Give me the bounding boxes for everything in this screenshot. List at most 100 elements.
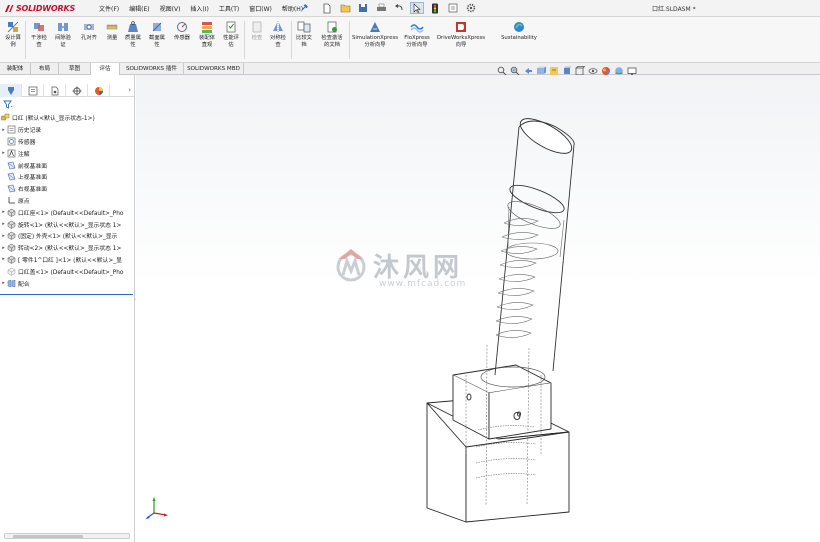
menu-edit[interactable]: 编辑(E) bbox=[124, 4, 154, 13]
clearance-verification-button[interactable]: 间隙验 证 bbox=[52, 20, 74, 48]
symmetry-check-button[interactable]: 对称检 查 bbox=[267, 20, 289, 48]
panel-expand-arrow-icon[interactable]: › bbox=[128, 86, 131, 94]
expand-arrow-icon[interactable]: ▸ bbox=[0, 209, 7, 215]
menu-window[interactable]: 窗口(W) bbox=[244, 4, 277, 13]
assembly-visualization-button[interactable]: 装配体 直观 bbox=[196, 20, 218, 48]
tree-row-label: 传感器 bbox=[18, 139, 36, 146]
section-properties-button[interactable]: 截面属 性 bbox=[146, 20, 168, 48]
tree-row[interactable]: ▸ 口红座<1> (Default<<Default>_Pho bbox=[0, 206, 135, 218]
expand-arrow-icon[interactable]: ▸ bbox=[0, 256, 7, 262]
simulationxpress-icon bbox=[370, 22, 380, 32]
expand-arrow-icon[interactable]: ▸ bbox=[0, 233, 7, 239]
sustainability-button[interactable]: Sustainability bbox=[497, 20, 541, 42]
measure-button[interactable]: 测量 bbox=[102, 20, 122, 42]
panel-horizontal-scrollbar[interactable] bbox=[4, 533, 130, 539]
rebuild-button[interactable] bbox=[428, 2, 442, 14]
tree-row[interactable]: ▸ [ 零件1^口红 ]<1> (默认<<默认>_显 bbox=[0, 254, 135, 266]
tree-row[interactable]: 原点 bbox=[0, 195, 135, 207]
check-label: 检查 bbox=[251, 35, 263, 41]
check-active-document-button[interactable]: 检查激活 的文档 bbox=[317, 20, 347, 48]
tree-row[interactable]: ▸ (固定) 外壳<1> (默认<<默认>_显示 bbox=[0, 230, 135, 242]
tab-evaluate[interactable]: 评估 bbox=[91, 63, 120, 75]
command-manager-tabs: 装配体 布局 草图 评估 SOLIDWORKS 插件 SOLIDWORKS MB… bbox=[0, 63, 820, 75]
tree-row-label: 口红座<1> (Default<<Default>_Pho bbox=[18, 210, 124, 217]
part-icon bbox=[7, 220, 16, 229]
tree-row[interactable]: 上视基准面 bbox=[0, 171, 135, 183]
solidworks-logo: SOLIDWORKS bbox=[4, 3, 75, 14]
ribbon-separator bbox=[291, 21, 292, 59]
measure-label: 测量 bbox=[106, 35, 118, 41]
expand-arrow-icon[interactable]: ▸ bbox=[0, 127, 7, 133]
tab-solidworks-mbd[interactable]: SOLIDWORKS MBD bbox=[184, 63, 244, 75]
tree-row[interactable]: 口红盖<1> (Default<<Default>_Pho bbox=[0, 265, 135, 277]
tree-row[interactable]: 前视基准面 bbox=[0, 159, 135, 171]
tab-configuration-manager[interactable] bbox=[44, 84, 66, 97]
tree-row-label: 转动<2> (默认<<默认>_显示状态 1> bbox=[18, 246, 122, 253]
performance-label: 性能评 估 bbox=[223, 35, 239, 48]
configuration-icon bbox=[51, 86, 58, 95]
expand-arrow-icon[interactable]: ▸ bbox=[0, 280, 7, 286]
compare-icon bbox=[297, 21, 311, 33]
expand-arrow-icon[interactable]: ▸ bbox=[0, 245, 7, 251]
cursor-icon bbox=[413, 3, 421, 13]
tree-row[interactable]: ▸ 注解 bbox=[0, 147, 135, 159]
expand-arrow-icon[interactable]: ▸ bbox=[0, 150, 7, 156]
hole-alignment-button[interactable]: 孔对齐 bbox=[78, 20, 100, 42]
tab-assembly[interactable]: 装配体 bbox=[0, 63, 31, 75]
compare-label: 比较文 档 bbox=[296, 35, 312, 48]
menu-view[interactable]: 视图(V) bbox=[155, 4, 186, 13]
sensor-button[interactable]: 传感器 bbox=[171, 20, 193, 42]
tab-dimxpert-manager[interactable] bbox=[66, 84, 88, 97]
floxpress-button[interactable]: FloXpress 分析向导 bbox=[401, 20, 433, 48]
tree-row-label: 原点 bbox=[18, 198, 30, 205]
design-study-button[interactable]: 设计算 例 bbox=[2, 20, 24, 48]
appearance-ball-icon bbox=[94, 86, 103, 95]
menu-tools[interactable]: 工具(T) bbox=[214, 4, 244, 13]
tab-feature-manager[interactable] bbox=[0, 84, 22, 97]
compare-documents-button[interactable]: 比较文 档 bbox=[293, 20, 315, 48]
tree-row-label: [ 零件1^口红 ]<1> (默认<<默认>_显 bbox=[18, 257, 122, 264]
expand-arrow-icon[interactable]: ▸ bbox=[0, 221, 7, 227]
menu-file[interactable]: 文件(F) bbox=[94, 4, 124, 13]
tree-row[interactable]: 右视基准面 bbox=[0, 183, 135, 195]
interference-detection-button[interactable]: 干涉检 查 bbox=[28, 20, 50, 48]
tab-property-manager[interactable] bbox=[22, 84, 44, 97]
performance-evaluation-button[interactable]: 性能评 估 bbox=[220, 20, 242, 48]
tab-sketch[interactable]: 草图 bbox=[59, 63, 91, 75]
select-button[interactable] bbox=[410, 2, 424, 14]
check-button[interactable]: 检查 bbox=[247, 20, 267, 42]
tree-row[interactable]: ▸ 历史记录 bbox=[0, 124, 135, 136]
simulationxpress-button[interactable]: SimulationXpress 分析向导 bbox=[351, 20, 399, 48]
save-icon bbox=[359, 4, 367, 12]
menu-insert[interactable]: 插入(I) bbox=[185, 4, 213, 13]
part-icon bbox=[7, 232, 16, 241]
print-button[interactable] bbox=[374, 2, 388, 14]
file-properties-button[interactable] bbox=[446, 2, 460, 14]
tree-root[interactable]: 口红 (默认<默认_显示状态-1>) bbox=[0, 112, 135, 124]
graphics-area[interactable]: 沐风网 www.mfcad.com bbox=[136, 75, 820, 542]
undo-button[interactable] bbox=[392, 2, 406, 14]
new-document-button[interactable] bbox=[320, 2, 334, 14]
tab-solidworks-addins[interactable]: SOLIDWORKS 插件 bbox=[120, 63, 184, 75]
clearance-label: 间隙验 证 bbox=[55, 35, 71, 48]
simulationxpress-label: SimulationXpress 分析向导 bbox=[351, 35, 399, 48]
tree-row[interactable]: ▸ 旋转<1> (默认<<默认>_显示状态 1> bbox=[0, 218, 135, 230]
tree-row[interactable]: ▸ 配合 bbox=[0, 277, 135, 289]
tree-row[interactable]: ▸ 转动<2> (默认<<默认>_显示状态 1> bbox=[0, 242, 135, 254]
reference-triad-icon[interactable] bbox=[144, 495, 170, 521]
save-button[interactable] bbox=[356, 2, 370, 14]
pin-icon[interactable] bbox=[300, 3, 309, 12]
scrollbar-thumb[interactable] bbox=[13, 535, 83, 538]
driveworksxpress-button[interactable]: DriveWorksXpress 向导 bbox=[435, 20, 487, 48]
filter-icon[interactable] bbox=[3, 100, 13, 109]
undo-icon bbox=[395, 4, 403, 11]
tab-layout[interactable]: 布局 bbox=[31, 63, 59, 75]
tab-display-manager[interactable] bbox=[88, 84, 110, 97]
options-button[interactable] bbox=[464, 2, 478, 14]
tree-row-label: 旋转<1> (默认<<默认>_显示状态 1> bbox=[18, 222, 122, 229]
evaluate-ribbon: 设计算 例 干涉检 查 间隙验 证 孔对齐 测量 质量属 性 截面属 性 传感器… bbox=[0, 17, 820, 63]
mass-properties-button[interactable]: 质量属 性 bbox=[122, 20, 144, 48]
print-icon bbox=[376, 3, 386, 11]
tree-row[interactable]: 传感器 bbox=[0, 136, 135, 148]
open-button[interactable] bbox=[338, 2, 352, 14]
